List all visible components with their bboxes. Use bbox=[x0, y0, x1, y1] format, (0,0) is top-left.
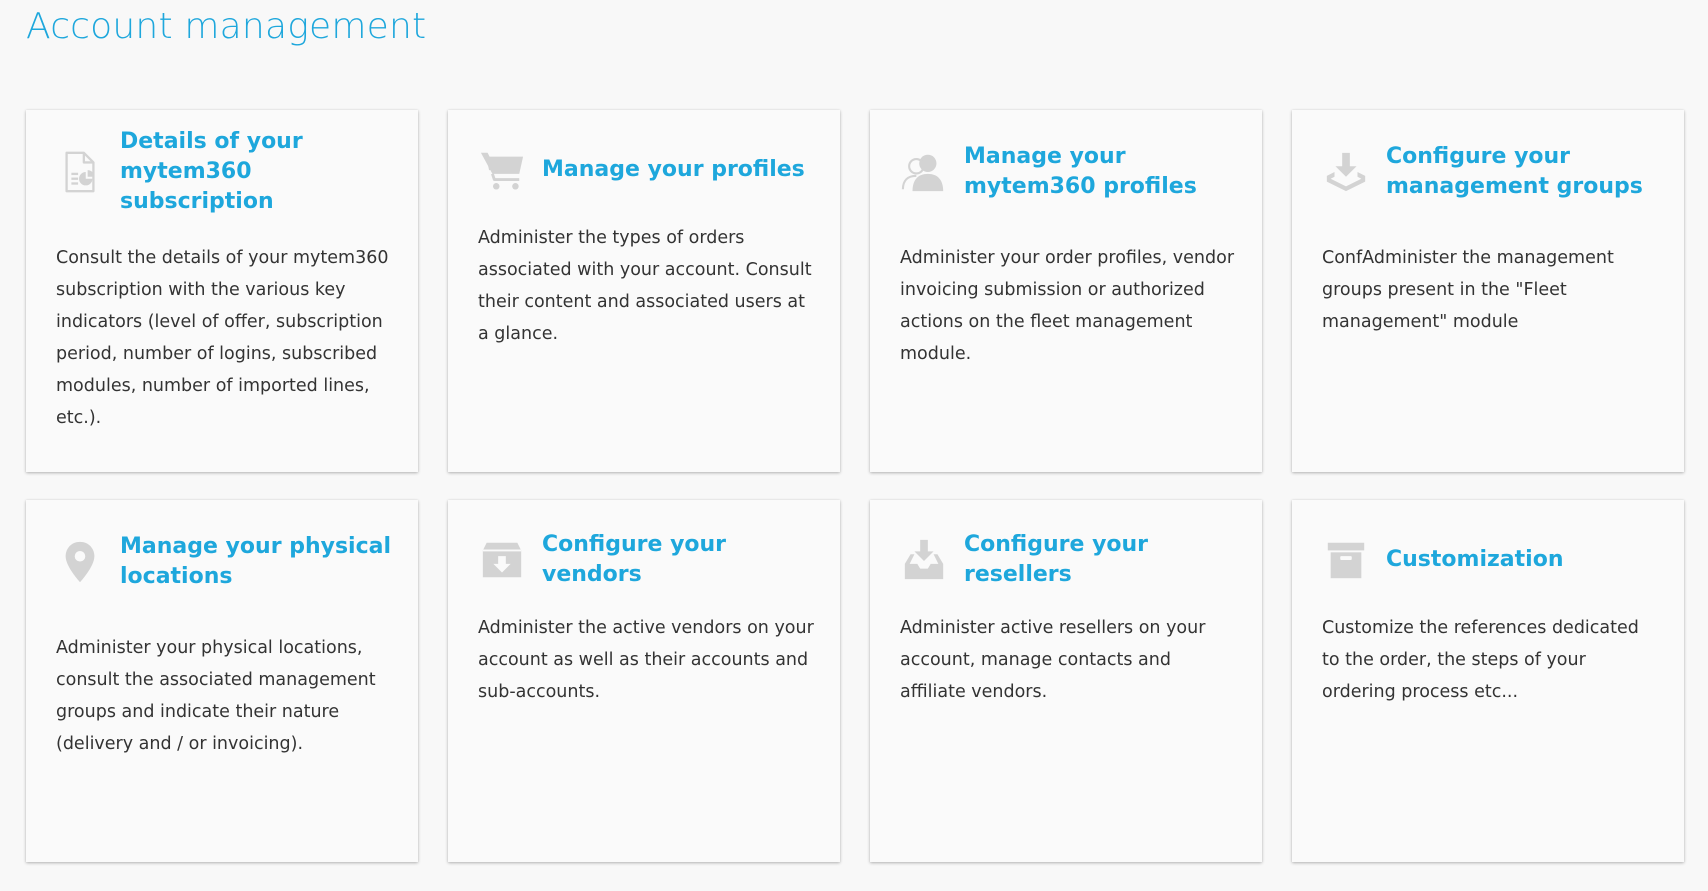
card-title[interactable]: Configure your vendors bbox=[542, 530, 820, 590]
card-manage-profiles[interactable]: Manage your profiles Administer the type… bbox=[448, 110, 840, 472]
card-header: Configure your management groups bbox=[1322, 142, 1664, 202]
card-subscription-details[interactable]: Details of your mytem360 subscription Co… bbox=[26, 110, 418, 472]
map-pin-icon bbox=[56, 538, 104, 586]
card-vendors[interactable]: Configure your vendors Administer the ac… bbox=[448, 500, 840, 862]
card-description: Administer active resellers on your acco… bbox=[900, 618, 1206, 702]
card-header: Configure your vendors bbox=[478, 532, 820, 588]
card-header: Manage your physical locations bbox=[56, 532, 398, 592]
card-grid: Details of your mytem360 subscription Co… bbox=[26, 110, 1686, 862]
shopping-cart-icon bbox=[478, 146, 526, 194]
users-icon bbox=[900, 148, 948, 196]
card-title[interactable]: Manage your profiles bbox=[542, 155, 805, 185]
card-header: Manage your mytem360 profiles bbox=[900, 142, 1242, 202]
card-title[interactable]: Configure your management groups bbox=[1386, 142, 1664, 202]
document-chart-icon bbox=[56, 148, 104, 196]
card-resellers[interactable]: Configure your resellers Administer acti… bbox=[870, 500, 1262, 862]
card-description: Consult the details of your mytem360 sub… bbox=[56, 248, 389, 428]
card-title[interactable]: Details of your mytem360 subscription bbox=[120, 127, 398, 217]
card-description: Customize the references dedicated to th… bbox=[1322, 618, 1639, 702]
card-description: ConfAdminister the management groups pre… bbox=[1322, 248, 1614, 332]
page-title: Account management bbox=[26, 6, 427, 47]
card-title[interactable]: Configure your resellers bbox=[964, 530, 1242, 590]
card-customization[interactable]: Customization Customize the references d… bbox=[1292, 500, 1684, 862]
archive-box-icon bbox=[1322, 536, 1370, 584]
inbox-tray-icon bbox=[900, 536, 948, 584]
card-title[interactable]: Manage your physical locations bbox=[120, 532, 398, 592]
card-header: Manage your profiles bbox=[478, 142, 820, 198]
card-description: Administer the types of orders associate… bbox=[478, 228, 812, 344]
card-header: Customization bbox=[1322, 532, 1664, 588]
inbox-download-icon bbox=[478, 536, 526, 584]
card-header: Details of your mytem360 subscription bbox=[56, 129, 398, 214]
card-physical-locations[interactable]: Manage your physical locations Administe… bbox=[26, 500, 418, 862]
download-tray-icon bbox=[1322, 148, 1370, 196]
card-description: Administer your order profiles, vendor i… bbox=[900, 248, 1235, 364]
card-mytem360-profiles[interactable]: Manage your mytem360 profiles Administer… bbox=[870, 110, 1262, 472]
card-title[interactable]: Manage your mytem360 profiles bbox=[964, 142, 1242, 202]
card-description: Administer your physical locations, cons… bbox=[56, 638, 376, 754]
card-title[interactable]: Customization bbox=[1386, 545, 1563, 575]
card-description: Administer the active vendors on your ac… bbox=[478, 618, 814, 702]
card-header: Configure your resellers bbox=[900, 532, 1242, 588]
card-management-groups[interactable]: Configure your management groups ConfAdm… bbox=[1292, 110, 1684, 472]
